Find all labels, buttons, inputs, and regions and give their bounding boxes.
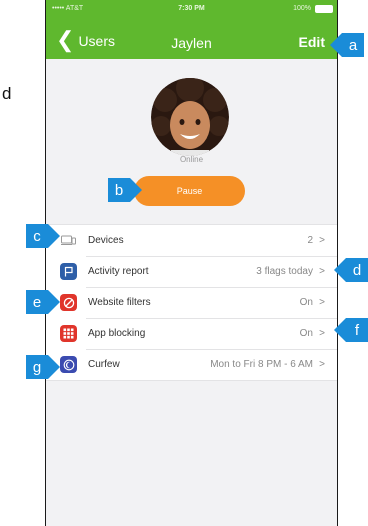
- callout-f: f: [334, 318, 368, 342]
- avatar: [151, 78, 229, 156]
- callout-label: b: [108, 178, 130, 202]
- callout-label: g: [26, 355, 48, 379]
- status-battery: 100%: [293, 5, 311, 12]
- callout-b: b: [108, 178, 142, 202]
- list-item-value: Mon to Fri 8 PM - 6 AM: [210, 359, 313, 370]
- callout-label: a: [342, 33, 364, 57]
- edit-button[interactable]: Edit: [299, 34, 325, 50]
- page-title: Jaylen: [171, 35, 212, 51]
- chevron-right-icon: >: [319, 266, 325, 277]
- list-item-value: On: [299, 297, 313, 308]
- chevron-right-icon: >: [319, 297, 325, 308]
- list-item-curfew[interactable]: Curfew Mon to Fri 8 PM - 6 AM >: [46, 349, 337, 380]
- list-item-devices[interactable]: Devices 2 >: [46, 225, 337, 256]
- chevron-right-icon: >: [319, 328, 325, 339]
- list-item-value: On: [299, 328, 313, 339]
- list-item-label: Activity report: [88, 266, 149, 277]
- callout-e: e: [26, 290, 60, 314]
- flag-icon: [60, 263, 77, 280]
- list-item-label: Curfew: [88, 359, 120, 370]
- status-bar: ••••• AT&T 7:30 PM 100%: [46, 0, 337, 18]
- list-item-value: 3 flags today: [256, 266, 313, 277]
- callout-g: g: [26, 355, 60, 379]
- settings-list: Devices 2 > Activity report 3 flags toda…: [46, 224, 337, 381]
- list-item-website-filters[interactable]: Website filters On >: [46, 287, 337, 318]
- chevron-right-icon: >: [319, 235, 325, 246]
- phone-screen: ••••• AT&T 7:30 PM 100% ❮ Users Jaylen E…: [45, 0, 338, 526]
- arrow-left-icon: [334, 318, 346, 342]
- callout-label: d: [346, 258, 368, 282]
- chevron-right-icon: >: [319, 359, 325, 370]
- moon-icon: [60, 356, 77, 373]
- list-item-label: App blocking: [88, 328, 146, 339]
- list-item-label: Website filters: [88, 297, 151, 308]
- list-item-activity-report[interactable]: Activity report 3 flags today >: [46, 256, 337, 287]
- list-item-app-blocking[interactable]: App blocking On >: [46, 318, 337, 349]
- arrow-left-icon: [330, 33, 342, 57]
- app-grid-icon: [60, 325, 77, 342]
- battery-icon: [315, 5, 333, 13]
- online-status: Online: [179, 155, 204, 164]
- arrow-right-icon: [48, 224, 60, 248]
- nav-header: ••••• AT&T 7:30 PM 100% ❮ Users Jaylen E…: [46, 0, 337, 59]
- callout-a: a: [330, 33, 364, 57]
- arrow-left-icon: [334, 258, 346, 282]
- list-item-label: Devices: [88, 235, 124, 246]
- arrow-right-icon: [130, 178, 142, 202]
- callout-label: e: [26, 290, 48, 314]
- callout-c: c: [26, 224, 60, 248]
- list-item-value: 2: [307, 235, 313, 246]
- pause-button[interactable]: Pause: [134, 176, 245, 206]
- devices-icon: [60, 232, 77, 249]
- side-text: d: [2, 84, 12, 103]
- block-icon: [60, 294, 77, 311]
- arrow-right-icon: [48, 290, 60, 314]
- callout-d: d: [334, 258, 368, 282]
- arrow-right-icon: [48, 355, 60, 379]
- callout-label: c: [26, 224, 48, 248]
- callout-label: f: [346, 318, 368, 342]
